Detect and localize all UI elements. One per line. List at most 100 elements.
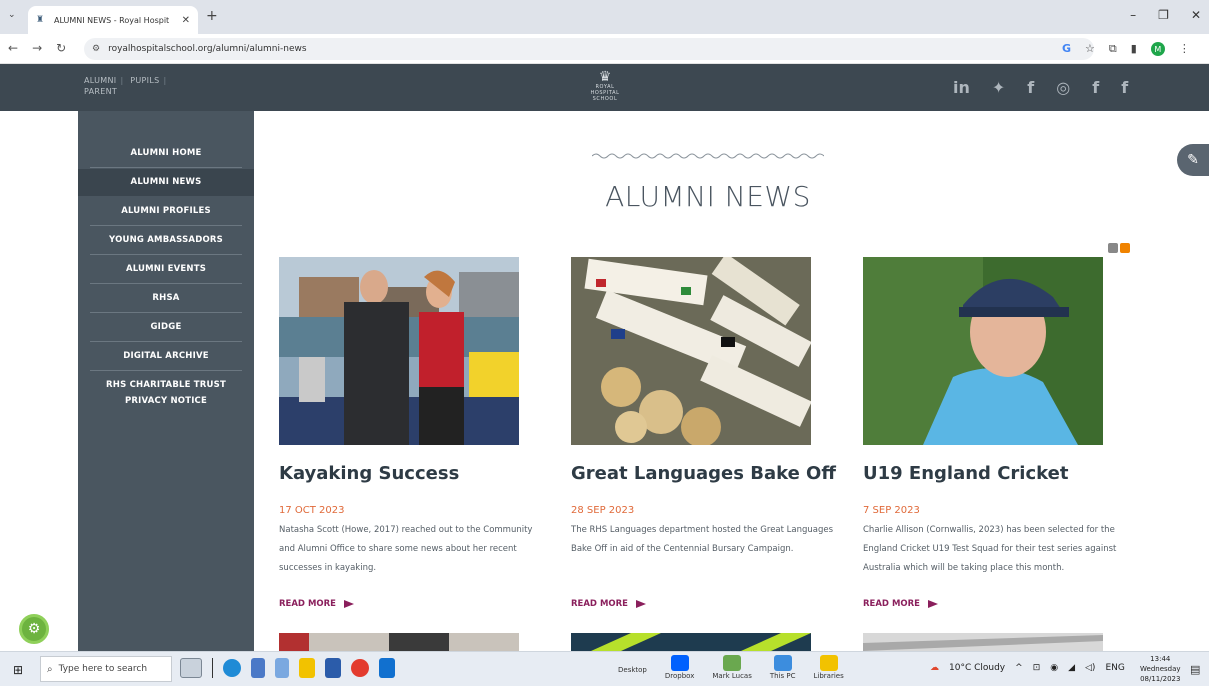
sidebar-item-gidge[interactable]: GIDGE [78,322,254,332]
new-tab-icon[interactable]: + [206,8,218,24]
arrow-right-icon [635,600,646,608]
news-photo-partial[interactable] [863,633,1103,651]
app-icon[interactable] [251,658,265,678]
card-date: 17 OCT 2023 [279,505,345,516]
card-date: 28 SEP 2023 [571,505,635,516]
feed-icon[interactable] [1120,243,1130,253]
news-photo-partial[interactable] [571,633,811,651]
arrow-right-icon [927,600,938,608]
url-bar[interactable]: ⚙ royalhospitalschool.org/alumni/alumni-… [84,38,1094,60]
alumni-link[interactable]: ALUMNI [84,76,116,85]
extensions-icon[interactable]: ⧉ [1109,42,1117,56]
school-logo[interactable]: ♛ ROYAL HOSPITAL SCHOOL [583,70,627,102]
task-view-icon[interactable] [180,658,202,678]
card-title[interactable]: Great Languages Bake Off [571,463,871,484]
chrome-icon[interactable] [351,659,369,677]
windows-start-icon[interactable]: ⊞ [13,663,23,677]
back-icon[interactable]: ← [8,41,18,55]
reload-icon[interactable]: ↻ [56,41,66,55]
taskbar-search-placeholder: Type here to search [58,664,148,674]
desktop-label: Desktop [618,666,647,674]
sidebar-item-young-ambassadors[interactable]: YOUNG AMBASSADORS [78,235,254,245]
bookmark-star-icon[interactable]: ☆ [1085,42,1095,56]
sidebar-divider [90,341,242,342]
sidebar-item-alumni-profiles[interactable]: ALUMNI PROFILES [78,206,254,216]
system-tray: ☁ 10°C Cloudy ^ ⊡ ◉ ◢ ◁) ENG [930,663,1125,673]
edit-pencil-icon[interactable]: ✎ [1177,144,1209,176]
sidebar-item-digital-archive[interactable]: DIGITAL ARCHIVE [78,351,254,361]
social-links: in ✦ f ◎ f f [953,78,1128,97]
app-icon[interactable] [275,658,289,678]
read-more-link[interactable]: READ MORE [863,599,938,609]
side-panel-icon[interactable]: ▮ [1131,42,1137,56]
tray-app-icon[interactable]: ◉ [1050,663,1058,673]
this-pc-shortcut[interactable]: This PC [770,655,796,680]
dropbox-shortcut[interactable]: Dropbox [665,655,694,680]
menu-kebab-icon[interactable]: ⋮ [1179,42,1190,56]
browser-tabstrip: ⌄ ♜ ALUMNI NEWS - Royal Hospit ✕ + – ❐ ✕ [0,0,1209,34]
parent-link[interactable]: PARENT [84,87,117,96]
feed-icons [1108,243,1130,253]
rss-icon[interactable] [1108,243,1118,253]
forward-icon[interactable]: → [32,41,42,55]
address-bar-row: ← → ↻ ⚙ royalhospitalschool.org/alumni/a… [0,34,1209,64]
cookie-settings-icon[interactable]: ⚙ [19,614,49,644]
cricket-photo[interactable] [863,257,1103,445]
tray-app-icon[interactable]: ⊡ [1033,663,1041,673]
mark-lucas-shortcut[interactable]: Mark Lucas [712,655,752,680]
linkedin-icon[interactable]: in [953,78,970,97]
site-header: ALUMNI | PUPILS | PARENT ♛ ROYAL HOSPITAL … [0,64,1209,111]
facebook-icon[interactable]: f [1027,78,1034,97]
news-photo-partial[interactable] [279,633,519,651]
libraries-shortcut[interactable]: Libraries [814,655,844,680]
language-indicator[interactable]: ENG [1105,663,1124,673]
edge-icon[interactable] [223,659,241,677]
sidebar-item-alumni-home[interactable]: ALUMNI HOME [78,148,254,158]
read-more-label: READ MORE [571,599,628,609]
facebook-icon[interactable]: f [1121,78,1128,97]
google-lens-icon[interactable]: G [1062,42,1071,56]
twitter-icon[interactable]: ✦ [992,78,1005,97]
browser-tab[interactable]: ♜ ALUMNI NEWS - Royal Hospit ✕ [28,6,198,34]
read-more-link[interactable]: READ MORE [571,599,646,609]
notifications-icon[interactable]: ▤ [1190,663,1200,676]
outlook-icon[interactable] [379,658,395,678]
sidebar-item-rhs-charitable-trust[interactable]: RHS CHARITABLE TRUST [78,380,254,390]
kayaking-photo[interactable] [279,257,519,445]
bake-off-photo[interactable] [571,257,811,445]
taskbar-search[interactable]: ⌕ Type here to search [40,656,172,682]
weather-text[interactable]: 10°C Cloudy [949,663,1005,673]
close-tab-icon[interactable]: ✕ [182,15,190,26]
audience-links: ALUMNI | PUPILS | PARENT [84,76,167,96]
libraries-label: Libraries [813,672,844,680]
volume-icon[interactable]: ◁) [1085,663,1095,673]
facebook-icon[interactable]: f [1092,78,1099,97]
clock-day: Wednesday [1140,665,1181,673]
sidebar-item-alumni-news[interactable]: ALUMNI NEWS [78,169,254,196]
minimize-icon[interactable]: – [1130,8,1136,22]
toolbar-icons: G ☆ ⧉ ▮ M ⋮ [1062,42,1190,56]
tab-search-icon[interactable]: ⌄ [8,10,16,20]
card-title[interactable]: Kayaking Success [279,463,579,484]
instagram-icon[interactable]: ◎ [1056,78,1070,97]
site-info-icon[interactable]: ⚙ [92,44,100,54]
windows-taskbar: ⊞ ⌕ Type here to search Desktop Dropbox … [0,651,1209,686]
restore-icon[interactable]: ❐ [1158,8,1169,22]
close-window-icon[interactable]: ✕ [1191,8,1201,22]
sidebar-divider [90,370,242,371]
profile-avatar[interactable]: M [1150,42,1165,56]
sidebar-item-privacy-notice[interactable]: PRIVACY NOTICE [78,396,254,406]
desktop-toolbar[interactable]: Desktop [618,666,647,680]
weather-icon[interactable]: ☁ [930,663,939,673]
nav-buttons: ← → ↻ [8,41,66,55]
pupils-link[interactable]: PUPILS [130,76,159,85]
file-explorer-icon[interactable] [299,658,315,678]
network-icon[interactable]: ◢ [1068,663,1075,673]
read-more-link[interactable]: READ MORE [279,599,354,609]
sidebar-item-rhsa[interactable]: RHSA [78,293,254,303]
taskbar-clock[interactable]: 13:44 Wednesday 08/11/2023 [1140,654,1181,684]
word-icon[interactable] [325,658,341,678]
tray-chevron-icon[interactable]: ^ [1015,663,1023,673]
card-title[interactable]: U19 England Cricket [863,463,1163,484]
sidebar-item-alumni-events[interactable]: ALUMNI EVENTS [78,264,254,274]
